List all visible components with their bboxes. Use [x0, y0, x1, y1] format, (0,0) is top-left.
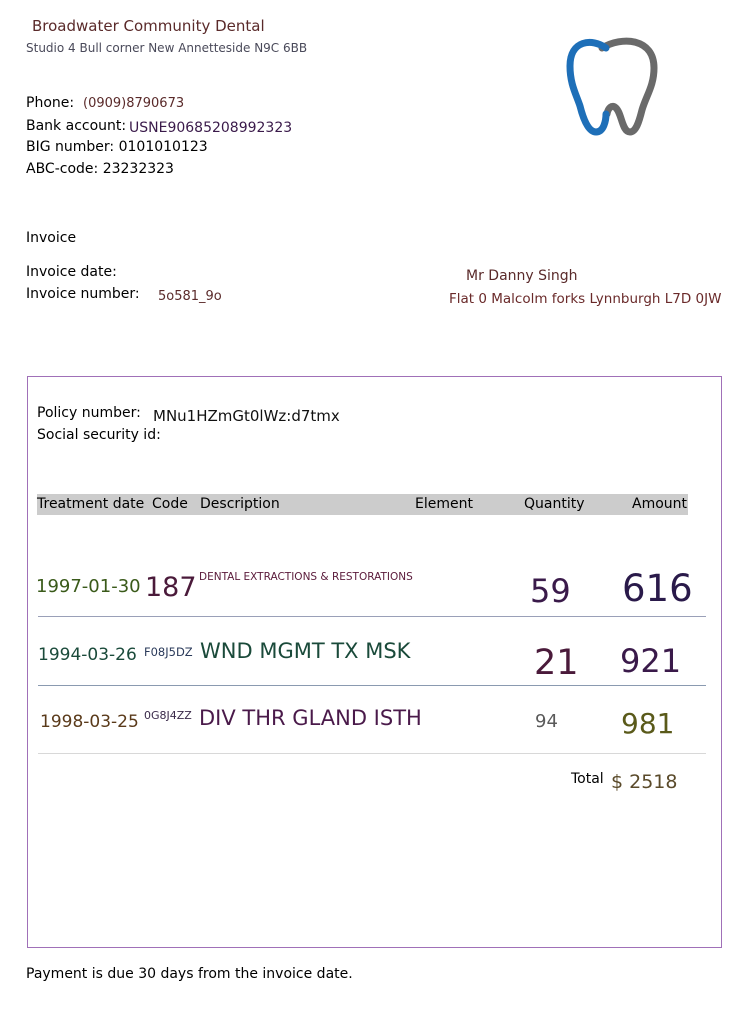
header-amount: Amount [632, 496, 688, 512]
row-divider [38, 685, 706, 686]
tooth-icon [566, 37, 658, 136]
row-description: WND MGMT TX MSK [200, 639, 411, 663]
header-element: Element [415, 496, 473, 512]
tooth-front-stroke [566, 38, 610, 136]
practice-name: Broadwater Community Dental [32, 17, 265, 35]
header-code: Code [152, 496, 188, 512]
row-treatment-date: 1997-01-30 [36, 576, 141, 597]
row-code: F08J5DZ [144, 645, 193, 659]
row-amount: 981 [621, 707, 675, 740]
header-description: Description [200, 496, 280, 512]
abc-code: ABC-code: 23232323 [26, 161, 174, 177]
policy-number-label: Policy number: [37, 405, 141, 421]
invoice-number-label: Invoice number: [26, 286, 140, 302]
header-quantity: Quantity [524, 496, 585, 512]
recipient-name: Mr Danny Singh [466, 268, 578, 284]
recipient-address: Flat 0 Malcolm forks Lynnburgh L7D 0JW [449, 291, 722, 307]
policy-number-value: MNu1HZmGt0lWz:d7tmx [153, 407, 340, 425]
row-amount: 921 [620, 642, 682, 680]
header-treatment-date: Treatment date [37, 496, 145, 512]
tooth-back-stroke [598, 37, 658, 136]
big-number: BIG number: 0101010123 [26, 139, 208, 155]
phone-label: Phone: [26, 95, 75, 111]
payment-note: Payment is due 30 days from the invoice … [26, 966, 353, 982]
row-treatment-date: 1998-03-25 [40, 712, 139, 732]
row-quantity: 94 [535, 711, 558, 732]
social-security-label: Social security id: [37, 427, 161, 443]
row-divider [38, 616, 706, 617]
row-code: 0G8J4ZZ [144, 709, 192, 722]
bank-account-value: USNE90685208992323 [129, 120, 293, 136]
row-code: 187 [145, 572, 197, 603]
row-treatment-date: 1994-03-26 [38, 645, 137, 665]
row-description: DIV THR GLAND ISTH [199, 706, 422, 730]
row-quantity: 59 [530, 572, 571, 610]
phone-value: (0909)8790673 [83, 96, 185, 111]
invoice-date-label: Invoice date: [26, 264, 117, 280]
total-value: $ 2518 [611, 771, 678, 793]
invoice-number-value: 5o581_9o [158, 289, 222, 304]
practice-address: Studio 4 Bull corner New Annetteside N9C… [26, 41, 308, 55]
bank-account-label: Bank account: [26, 118, 127, 134]
row-description: DENTAL EXTRACTIONS & RESTORATIONS [199, 571, 413, 583]
total-label: Total [571, 771, 604, 787]
row-amount: 616 [622, 567, 693, 610]
row-quantity: 21 [534, 643, 579, 683]
row-divider [38, 753, 706, 754]
invoice-title: Invoice [26, 230, 77, 246]
